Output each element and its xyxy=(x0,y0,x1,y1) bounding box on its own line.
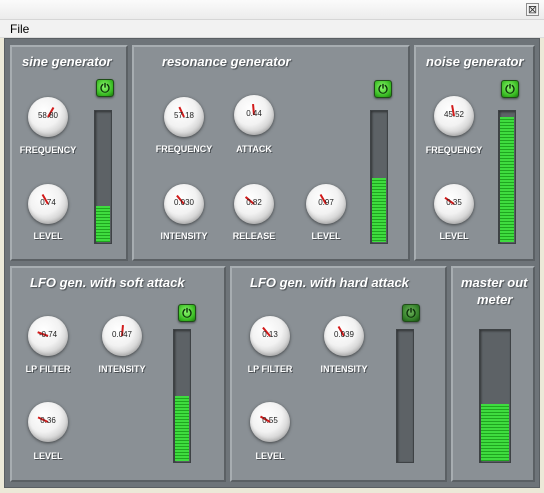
panel-title: resonance generator xyxy=(162,54,291,69)
knob-label: LEVEL xyxy=(255,451,285,461)
lfo-hard-level-meter xyxy=(396,329,414,463)
sine-level-knob[interactable]: 0.74 xyxy=(28,184,68,224)
noise-level-meter xyxy=(498,110,516,244)
lfo-hard-level-knob[interactable]: 0.55 xyxy=(250,402,290,442)
menu-file[interactable]: File xyxy=(10,22,29,36)
power-symbol: ⏻ xyxy=(505,82,515,96)
knob-value: -0.74 xyxy=(38,330,58,339)
knob-value: 0.74 xyxy=(40,198,56,207)
power-icon[interactable]: ⏻ xyxy=(96,79,114,97)
resonance-generator-panel: resonance generator ⏻ 57.18 FREQUENCY 0.… xyxy=(132,45,410,261)
knob-value: 0.13 xyxy=(262,330,278,339)
panel-title-line1: master out xyxy=(461,275,528,290)
power-symbol: ⏻ xyxy=(100,81,110,95)
knob-value: 0.44 xyxy=(246,109,262,118)
knob-label: LP FILTER xyxy=(25,364,71,374)
noise-frequency-knob[interactable]: 45.52 xyxy=(434,96,474,136)
lfo-hard-intensity-knob[interactable]: 0.039 xyxy=(324,316,364,356)
knob-label: FREQUENCY xyxy=(155,144,213,154)
panel-title: LFO gen. with soft attack xyxy=(30,275,185,290)
knob-value: 0.36 xyxy=(40,416,56,425)
meter-fill xyxy=(96,205,110,242)
lfo-hard-attack-panel: LFO gen. with hard attack ⏻ 0.13 LP FILT… xyxy=(230,266,447,482)
knob-value: 0.55 xyxy=(262,416,278,425)
knob-label: FREQUENCY xyxy=(19,145,77,155)
knob-value: 0.97 xyxy=(318,198,334,207)
menu-bar: File xyxy=(0,20,544,38)
knob-label: LEVEL xyxy=(33,451,63,461)
resonance-frequency-knob[interactable]: 57.18 xyxy=(164,97,204,137)
sine-frequency-knob[interactable]: 58.80 xyxy=(28,97,68,137)
lfo-soft-attack-panel: LFO gen. with soft attack ⏻ -0.74 LP FIL… xyxy=(10,266,226,482)
meter-fill xyxy=(481,403,509,461)
lfo-soft-level-meter xyxy=(173,329,191,463)
power-icon[interactable]: ⏻ xyxy=(402,304,420,322)
power-icon[interactable]: ⏻ xyxy=(374,80,392,98)
synth-canvas: sine generator ⏻ 58.80 FREQUENCY 0.74 LE… xyxy=(4,38,540,488)
power-icon[interactable]: ⏻ xyxy=(178,304,196,322)
knob-value: 0.047 xyxy=(111,330,133,339)
power-symbol: ⏻ xyxy=(378,82,388,96)
lfo-hard-lp-filter-knob[interactable]: 0.13 xyxy=(250,316,290,356)
knob-value: 58.80 xyxy=(37,111,59,120)
noise-level-knob[interactable]: 0.35 xyxy=(434,184,474,224)
power-symbol: ⏻ xyxy=(182,306,192,320)
lfo-soft-level-knob[interactable]: 0.36 xyxy=(28,402,68,442)
noise-generator-panel: noise generator ⏻ 45.52 FREQUENCY 0.35 L… xyxy=(414,45,535,261)
power-symbol: ⏻ xyxy=(406,306,416,320)
meter-fill xyxy=(175,395,189,461)
knob-value: 0.030 xyxy=(173,198,195,207)
knob-label: LEVEL xyxy=(33,231,63,241)
knob-value: 45.52 xyxy=(443,110,465,119)
knob-value: 57.18 xyxy=(173,111,195,120)
knob-label: INTENSITY xyxy=(320,364,368,374)
panel-title: LFO gen. with hard attack xyxy=(250,275,409,290)
power-icon[interactable]: ⏻ xyxy=(501,80,519,98)
meter-fill xyxy=(500,117,514,242)
knob-label: INTENSITY xyxy=(160,231,208,241)
sine-level-meter xyxy=(94,110,112,244)
knob-value: 0.35 xyxy=(446,198,462,207)
panel-title: sine generator xyxy=(22,54,112,69)
knob-label: RELEASE xyxy=(232,231,276,241)
knob-label: ATTACK xyxy=(236,144,272,154)
close-icon[interactable]: ⊠ xyxy=(526,3,539,16)
lfo-soft-lp-filter-knob[interactable]: -0.74 xyxy=(28,316,68,356)
knob-label: LEVEL xyxy=(311,231,341,241)
window-titlebar: ⊠ xyxy=(0,0,544,20)
knob-label: LEVEL xyxy=(439,231,469,241)
resonance-level-meter xyxy=(370,110,388,244)
master-out-meter-panel: master out meter xyxy=(451,266,535,482)
resonance-intensity-knob[interactable]: 0.030 xyxy=(164,184,204,224)
knob-value: 0.82 xyxy=(246,198,262,207)
panel-title-line2: meter xyxy=(477,292,513,307)
meter-fill xyxy=(372,178,386,242)
knob-label: FREQUENCY xyxy=(425,145,483,155)
resonance-release-knob[interactable]: 0.82 xyxy=(234,184,274,224)
lfo-soft-intensity-knob[interactable]: 0.047 xyxy=(102,316,142,356)
sine-generator-panel: sine generator ⏻ 58.80 FREQUENCY 0.74 LE… xyxy=(10,45,128,261)
resonance-attack-knob[interactable]: 0.44 xyxy=(234,95,274,135)
resonance-level-knob[interactable]: 0.97 xyxy=(306,184,346,224)
panel-title: noise generator xyxy=(426,54,524,69)
knob-label: LP FILTER xyxy=(247,364,293,374)
knob-value: 0.039 xyxy=(333,330,355,339)
master-out-meter xyxy=(479,329,511,463)
knob-label: INTENSITY xyxy=(98,364,146,374)
